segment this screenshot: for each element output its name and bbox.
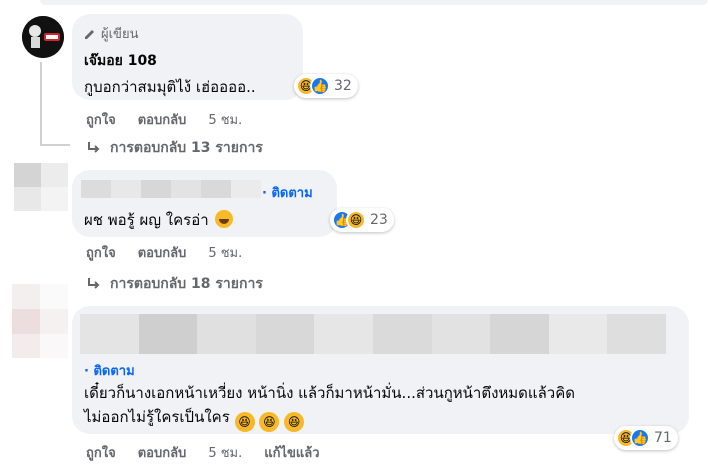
like-button[interactable]: ถูกใจ [86, 242, 116, 263]
author-badge-label: ผู้เขียน [101, 27, 139, 42]
like-reaction-icon: 👍 [310, 76, 330, 96]
comment-text: กูบอกว่าสมมุติไง้ เฮ่ออออ.. [84, 78, 256, 96]
follow-link[interactable]: · ติดตาม [84, 360, 135, 381]
blurred-commenter-name[interactable] [80, 314, 666, 354]
reaction-count: 23 [370, 212, 388, 228]
thread-line [40, 144, 70, 146]
haha-reaction-icon: 😆 [346, 210, 366, 230]
thread-line [40, 62, 42, 146]
comment-text-line-2: ไม่ออกไม่รู้ใครเป็นใคร 😆 😆 😆 [84, 405, 305, 432]
view-replies-link[interactable]: การตอบกลับ 13 รายการ [86, 137, 263, 159]
view-replies-label: การตอบกลับ 18 รายการ [110, 276, 263, 292]
follow-link[interactable]: · ติดตาม [262, 182, 313, 203]
comment-time[interactable]: 5 ชม. [208, 242, 242, 263]
grinning-emoji-icon [215, 210, 234, 228]
reaction-summary[interactable]: 😆 👍 71 [614, 426, 678, 450]
edited-label[interactable]: แก้ไขแล้ว [264, 442, 319, 463]
view-replies-link[interactable]: การตอบกลับ 18 รายการ [86, 273, 263, 295]
comment-text: ผช พอรู้ ผญ ใครอ่า [84, 208, 234, 232]
reply-button[interactable]: ตอบกลับ [138, 442, 187, 463]
like-button[interactable]: ถูกใจ [86, 109, 116, 130]
comment-actions: ถูกใจ ตอบกลับ 5 ชม. [86, 109, 242, 130]
reply-button[interactable]: ตอบกลับ [138, 242, 187, 263]
comment-text-line-1: เดี๋ยวก็นางเอกหน้าเหวี่ยง หน้านิ่ง แล้วก… [84, 384, 575, 402]
like-button[interactable]: ถูกใจ [86, 442, 116, 463]
reply-button[interactable]: ตอบกลับ [138, 109, 187, 130]
comment-actions: ถูกใจ ตอบกลับ 5 ชม. [86, 242, 242, 263]
like-reaction-icon: 👍 [630, 428, 650, 448]
previous-comment-edge [0, 0, 709, 6]
blurred-avatar[interactable] [12, 284, 68, 358]
laughing-emoji-icon: 😆 [259, 412, 280, 432]
reaction-count: 71 [654, 430, 672, 446]
comment-text-content: ผช พอรู้ ผญ ใครอ่า [84, 211, 209, 229]
comment-time[interactable]: 5 ชม. [208, 442, 242, 463]
blurred-avatar[interactable] [14, 163, 68, 211]
comment-time[interactable]: 5 ชม. [208, 109, 242, 130]
reply-arrow-icon [88, 142, 100, 153]
laughing-emoji-icon: 😆 [234, 412, 255, 432]
laughing-emoji-icon: 😆 [284, 412, 305, 432]
author-badge: ผู้เขียน [84, 23, 138, 44]
reply-arrow-icon [88, 278, 100, 289]
author-avatar[interactable] [22, 16, 64, 58]
reaction-summary[interactable]: 👍 😆 23 [330, 208, 394, 232]
blurred-commenter-name[interactable] [81, 180, 261, 198]
commenter-name[interactable]: เจ๊มอย 108 [84, 50, 157, 72]
comment-text-content: ไม่ออกไม่รู้ใครเป็นใคร [84, 408, 230, 426]
comment-actions: ถูกใจ ตอบกลับ 5 ชม. แก้ไขแล้ว [86, 442, 320, 463]
view-replies-label: การตอบกลับ 13 รายการ [110, 140, 263, 156]
reaction-summary[interactable]: 😆 👍 32 [294, 74, 358, 98]
reaction-count: 32 [334, 78, 352, 94]
pencil-icon [85, 29, 94, 39]
